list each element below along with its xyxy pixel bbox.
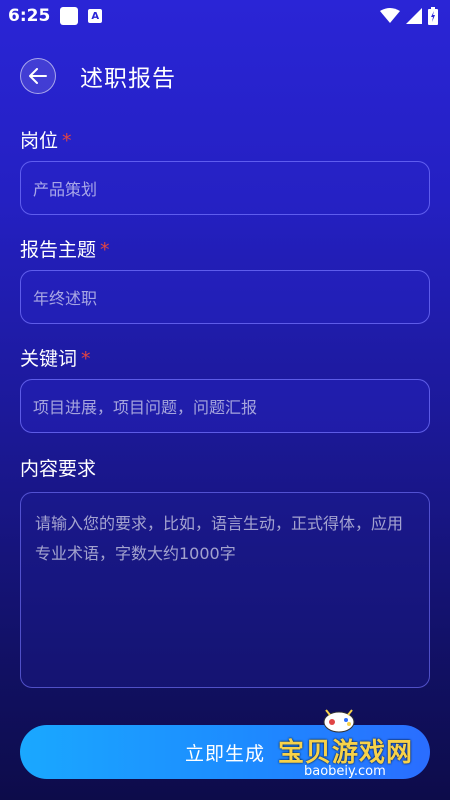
required-mark: * [81,348,91,370]
report-topic-input-placeholder: 年终述职 [33,289,98,308]
signal-icon [406,8,422,24]
content-requirements-label: 内容要求 [20,454,96,481]
watermark-url: baobeiy.com [304,764,386,779]
status-left: 6:25 A [8,6,103,26]
required-mark: * [62,130,72,152]
position-input[interactable]: 产品策划 [20,161,430,215]
report-topic-label-text: 报告主题 [20,239,97,261]
position-label: 岗位 * [20,126,72,153]
content-requirements-placeholder: 请输入您的要求，比如，语言生动，正式得体，应用专业术语，字数大约1000字 [35,514,404,563]
arrow-left-icon [29,68,47,84]
keywords-input-placeholder: 项目进展，项目问题，问题汇报 [33,398,258,417]
position-label-text: 岗位 [20,130,59,152]
header: 述职报告 [20,58,176,94]
report-topic-input[interactable]: 年终述职 [20,270,430,324]
status-time: 6:25 [8,6,51,26]
app-badge-icon: A [88,9,103,23]
page-title: 述职报告 [80,66,176,92]
required-mark: * [100,239,110,261]
keywords-label-text: 关键词 [20,348,78,370]
battery-icon [428,7,438,25]
content-requirements-label-text: 内容要求 [20,458,97,480]
status-right [380,7,438,25]
back-button[interactable] [20,58,56,94]
wifi-icon [380,8,400,23]
keywords-label: 关键词 * [20,344,91,371]
notification-icon [60,7,79,25]
generate-button-label: 立即生成 [184,742,265,765]
report-topic-label: 报告主题 * [20,235,110,262]
position-input-placeholder: 产品策划 [33,180,98,199]
gamepad-icon [323,709,355,733]
watermark: 宝贝游戏网 baobeiy.com [276,706,441,784]
status-bar: 6:25 A [0,0,450,32]
keywords-input[interactable]: 项目进展，项目问题，问题汇报 [20,379,430,433]
content-requirements-textarea[interactable]: 请输入您的要求，比如，语言生动，正式得体，应用专业术语，字数大约1000字 [20,492,430,688]
